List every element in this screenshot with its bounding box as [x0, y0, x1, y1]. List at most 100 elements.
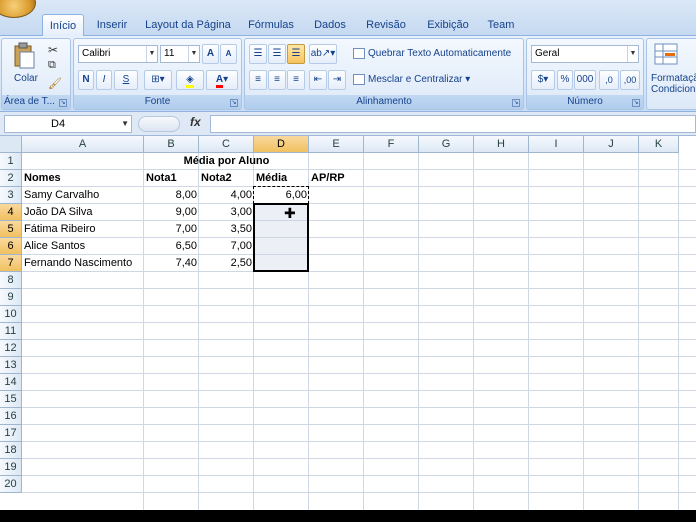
tab-revisao[interactable]: Revisão: [360, 14, 412, 36]
tab-formulas[interactable]: Fórmulas: [242, 14, 300, 36]
row-header-16[interactable]: 16: [0, 408, 22, 425]
number-format-combo[interactable]: Geral ▼: [531, 45, 639, 63]
insert-function-icon[interactable]: fx: [190, 115, 201, 129]
column-header-c[interactable]: C: [199, 136, 254, 153]
tab-dados[interactable]: Dados: [308, 14, 352, 36]
office-button[interactable]: [0, 0, 36, 18]
row-header-2[interactable]: 2: [0, 170, 22, 187]
selection-range[interactable]: [253, 203, 309, 272]
cell-header-nota2[interactable]: Nota2: [199, 170, 254, 187]
row-header-1[interactable]: 1: [0, 153, 22, 170]
align-top-button[interactable]: ☰: [249, 44, 267, 64]
italic-button[interactable]: I: [96, 70, 112, 90]
conditional-format-button[interactable]: [653, 42, 679, 66]
orientation-button[interactable]: ab↗▾: [309, 44, 337, 64]
align-middle-button[interactable]: ☰: [268, 44, 286, 64]
cell-header-nota1[interactable]: Nota1: [144, 170, 199, 187]
row-header-7[interactable]: 7: [0, 255, 22, 272]
cell-nota1[interactable]: 8,00: [144, 187, 199, 204]
column-header-i[interactable]: I: [529, 136, 584, 153]
align-left-button[interactable]: ≡: [249, 70, 267, 90]
cell-header-media[interactable]: Média: [254, 170, 309, 187]
column-header-k[interactable]: K: [639, 136, 679, 153]
select-all-button[interactable]: [0, 136, 22, 153]
column-header-j[interactable]: J: [584, 136, 639, 153]
number-launcher-icon[interactable]: ↘: [632, 99, 640, 107]
column-header-f[interactable]: F: [364, 136, 419, 153]
borders-button[interactable]: ⊞▾: [144, 70, 172, 90]
row-header-6[interactable]: 6: [0, 238, 22, 255]
cell-header-aprp[interactable]: AP/RP: [309, 170, 364, 187]
underline-button[interactable]: S: [114, 70, 138, 90]
increase-indent-button[interactable]: ⇥: [328, 70, 346, 90]
column-header-a[interactable]: A: [22, 136, 144, 153]
cell-title[interactable]: Média por Aluno: [144, 153, 309, 170]
cell-student-name[interactable]: Fernando Nascimento: [22, 255, 144, 272]
row-header-3[interactable]: 3: [0, 187, 22, 204]
cell-nota1[interactable]: 9,00: [144, 204, 199, 221]
row-header-17[interactable]: 17: [0, 425, 22, 442]
row-header-15[interactable]: 15: [0, 391, 22, 408]
grow-font-button[interactable]: A: [202, 44, 219, 64]
column-header-d[interactable]: D: [254, 136, 309, 153]
thousands-button[interactable]: 000: [574, 70, 596, 90]
format-painter-icon[interactable]: 🖌: [48, 77, 62, 90]
align-center-button[interactable]: ≡: [268, 70, 286, 90]
wrap-text-button[interactable]: Quebrar Texto Automaticamente: [353, 46, 523, 62]
fill-color-button[interactable]: ◈: [176, 70, 204, 90]
copy-icon[interactable]: ⧉: [48, 59, 56, 72]
column-header-h[interactable]: H: [474, 136, 529, 153]
tab-inserir[interactable]: Inserir: [92, 14, 132, 36]
cell-nota2[interactable]: 4,00: [199, 187, 254, 204]
row-header-18[interactable]: 18: [0, 442, 22, 459]
merge-center-button[interactable]: Mesclar e Centralizar ▾: [353, 72, 523, 88]
row-header-9[interactable]: 9: [0, 289, 22, 306]
cell-student-name[interactable]: Fátima Ribeiro: [22, 221, 144, 238]
tab-inicio[interactable]: Início: [42, 14, 84, 36]
decrease-indent-button[interactable]: ⇤: [309, 70, 327, 90]
row-header-13[interactable]: 13: [0, 357, 22, 374]
row-header-11[interactable]: 11: [0, 323, 22, 340]
row-header-8[interactable]: 8: [0, 272, 22, 289]
formula-input[interactable]: [210, 115, 696, 133]
name-box[interactable]: D4 ▼: [4, 115, 132, 133]
row-header-19[interactable]: 19: [0, 459, 22, 476]
align-right-button[interactable]: ≡: [287, 70, 305, 90]
row-header-20[interactable]: 20: [0, 476, 22, 493]
row-header-4[interactable]: 4: [0, 204, 22, 221]
cell-nota2[interactable]: 3,00: [199, 204, 254, 221]
cell-nota2[interactable]: 2,50: [199, 255, 254, 272]
cell-nota2[interactable]: 3,50: [199, 221, 254, 238]
font-size-combo[interactable]: 11 ▼: [160, 45, 200, 63]
formula-bar-divider[interactable]: [138, 116, 180, 132]
column-header-g[interactable]: G: [419, 136, 474, 153]
worksheet-grid[interactable]: ABCDEFGHIJK 1 2 3 4 5 6 7 8 9 10 11 12 13 14 15 16 17 18 1…: [0, 136, 696, 510]
cell-nota1[interactable]: 7,00: [144, 221, 199, 238]
align-bottom-button[interactable]: ☰: [287, 44, 305, 64]
percent-button[interactable]: %: [557, 70, 573, 90]
font-name-combo[interactable]: Calibri ▼: [78, 45, 158, 63]
currency-button[interactable]: $▾: [531, 70, 555, 90]
tab-exibicao[interactable]: Exibição: [420, 14, 476, 36]
alignment-launcher-icon[interactable]: ↘: [512, 99, 520, 107]
tab-team[interactable]: Team: [482, 14, 520, 36]
tab-layout-da-pagina[interactable]: Layout da Página: [142, 14, 234, 36]
cell-nota2[interactable]: 7,00: [199, 238, 254, 255]
cell-nota1[interactable]: 7,40: [144, 255, 199, 272]
row-header-5[interactable]: 5: [0, 221, 22, 238]
paste-button[interactable]: [12, 42, 36, 70]
column-header-b[interactable]: B: [144, 136, 199, 153]
cell-student-name[interactable]: Alice Santos: [22, 238, 144, 255]
cut-icon[interactable]: ✂: [48, 43, 58, 57]
cell-nota1[interactable]: 6,50: [144, 238, 199, 255]
clipboard-launcher-icon[interactable]: ↘: [59, 99, 67, 107]
bold-button[interactable]: N: [78, 70, 94, 90]
row-header-10[interactable]: 10: [0, 306, 22, 323]
column-header-e[interactable]: E: [309, 136, 364, 153]
cell-student-name[interactable]: João DA Silva: [22, 204, 144, 221]
font-launcher-icon[interactable]: ↘: [230, 99, 238, 107]
shrink-font-button[interactable]: A: [220, 44, 237, 64]
font-color-button[interactable]: A▾: [206, 70, 238, 90]
cell-student-name[interactable]: Samy Carvalho: [22, 187, 144, 204]
decrease-decimal-button[interactable]: ,00: [620, 70, 640, 90]
